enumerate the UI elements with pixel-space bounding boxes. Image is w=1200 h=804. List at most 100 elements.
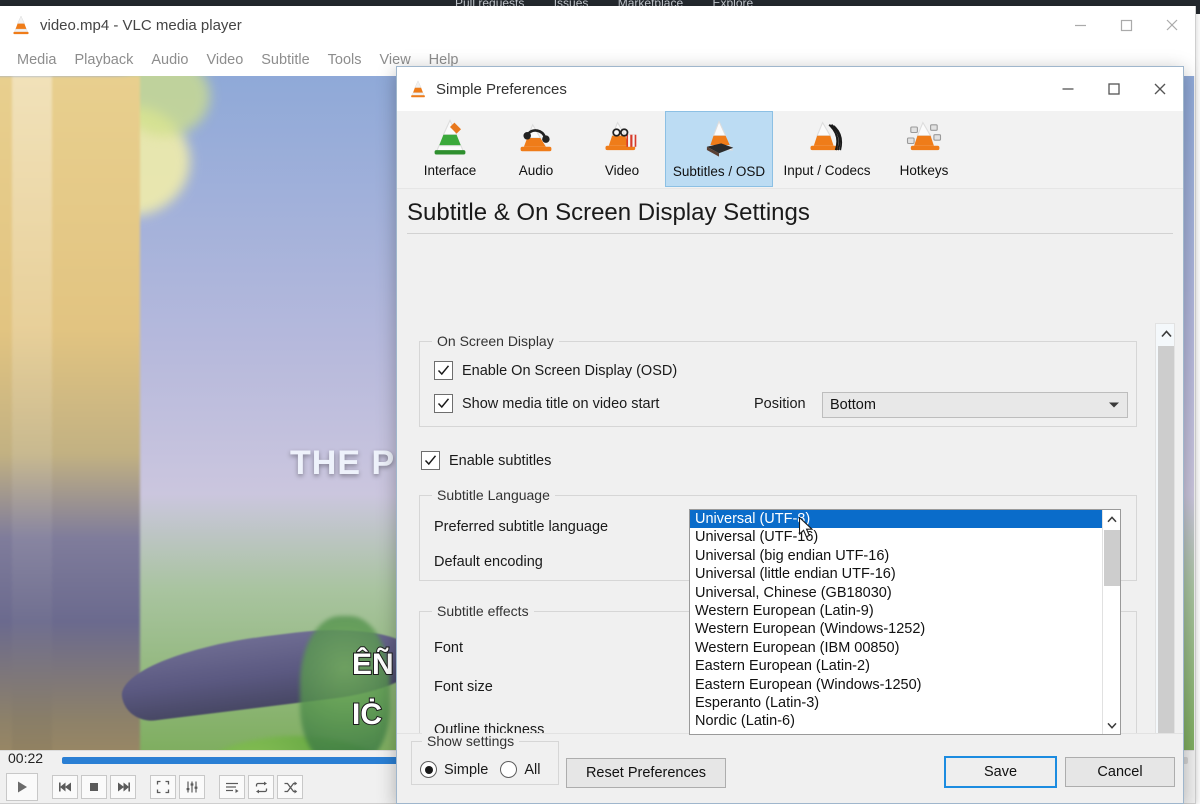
reset-preferences-button[interactable]: Reset Preferences <box>566 758 726 788</box>
enable-osd-label: Enable On Screen Display (OSD) <box>462 362 678 379</box>
tab-input-codecs[interactable]: Input / Codecs <box>773 111 881 187</box>
menu-item-playback[interactable]: Playback <box>66 49 143 71</box>
on-screen-display-group: On Screen Display Enable On Screen Displ… <box>419 333 1137 427</box>
next-button[interactable] <box>110 775 136 799</box>
osd-position-combobox[interactable]: Bottom <box>822 392 1128 418</box>
fullscreen-button[interactable] <box>150 775 176 799</box>
save-button[interactable]: Save <box>944 756 1057 788</box>
tab-video[interactable]: Video <box>579 111 665 187</box>
dropdown-option[interactable]: Universal (UTF-8) <box>690 510 1103 529</box>
enable-osd-checkbox[interactable] <box>434 361 453 380</box>
dropdown-scrollbar-thumb[interactable] <box>1104 530 1120 586</box>
show-media-title-checkbox[interactable] <box>434 394 453 413</box>
menu-item-media[interactable]: Media <box>8 49 66 71</box>
elapsed-time-label: 00:22 <box>8 750 44 766</box>
dropdown-option[interactable]: Esperanto (Latin-3) <box>690 694 1103 712</box>
cancel-label: Cancel <box>1097 764 1143 780</box>
menu-item-audio[interactable]: Audio <box>142 49 197 71</box>
dropdown-option[interactable]: Eastern European (Windows-1250) <box>690 676 1103 694</box>
radio-all-label: All <box>524 761 541 778</box>
vlc-cone-icon <box>13 15 29 35</box>
vlc-window-buttons <box>1057 6 1195 44</box>
previous-button[interactable] <box>52 775 78 799</box>
show-settings-group: Show settings Simple All <box>411 733 559 785</box>
mouse-cursor <box>799 517 814 538</box>
heading-divider <box>407 233 1173 234</box>
dropdown-option-list[interactable]: Universal (UTF-8) Universal (UTF-16) Unive… <box>690 510 1103 734</box>
tab-interface[interactable]: Interface <box>407 111 493 187</box>
show-settings-label: Show settings <box>422 733 520 749</box>
dropdown-option[interactable]: Universal (big endian UTF-16) <box>690 547 1103 565</box>
dropdown-option[interactable]: Universal (little endian UTF-16) <box>690 565 1103 583</box>
dropdown-option[interactable]: Nordic (Latin-6) <box>690 712 1103 730</box>
loop-button[interactable] <box>248 775 274 799</box>
font-label: Font <box>434 640 464 656</box>
equalizer-button[interactable] <box>179 775 205 799</box>
prefs-close-button[interactable] <box>1137 67 1183 111</box>
page-title: Subtitle & On Screen Display Settings <box>407 199 810 226</box>
dropdown-scroll-up-button[interactable] <box>1103 510 1121 528</box>
prefs-titlebar: Simple Preferences <box>397 67 1183 111</box>
dropdown-option[interactable]: Eastern European (Latin-2) <box>690 657 1103 675</box>
prefs-minimize-button[interactable] <box>1045 67 1091 111</box>
play-button[interactable] <box>6 773 38 801</box>
tab-label: Input / Codecs <box>783 163 871 178</box>
vlc-video-cone-icon <box>605 121 637 151</box>
tab-label: Subtitles / OSD <box>672 164 766 179</box>
vlc-window-title: video.mp4 - VLC media player <box>40 16 242 34</box>
video-tree-trunk <box>0 76 140 751</box>
dropdown-option[interactable]: Western European (Latin-9) <box>690 602 1103 620</box>
prefs-vertical-scrollbar[interactable] <box>1155 323 1175 797</box>
font-size-label: Font size <box>434 679 493 695</box>
scrollbar-thumb[interactable] <box>1158 346 1174 754</box>
tab-hotkeys[interactable]: Hotkeys <box>881 111 967 187</box>
vlc-close-button[interactable] <box>1149 6 1195 44</box>
video-foliage <box>300 616 390 751</box>
enable-subtitles-row[interactable]: Enable subtitles <box>421 451 551 470</box>
shuffle-button[interactable] <box>277 775 303 799</box>
save-label: Save <box>983 764 1018 780</box>
dropdown-option[interactable]: Western European (Windows-1252) <box>690 620 1103 638</box>
radio-simple[interactable] <box>420 761 437 778</box>
vlc-audio-cone-icon <box>520 123 552 152</box>
reset-preferences-label: Reset Preferences <box>585 765 707 781</box>
tab-audio[interactable]: Audio <box>493 111 579 187</box>
prefs-bottom-bar: Show settings Simple All Reset Preferenc… <box>397 733 1183 803</box>
radio-simple-label: Simple <box>444 761 489 778</box>
tab-label: Interface <box>423 163 477 178</box>
position-label: Position <box>754 396 806 412</box>
stop-button[interactable] <box>81 775 107 799</box>
tab-label: Video <box>604 163 640 178</box>
playlist-button[interactable] <box>219 775 245 799</box>
scroll-up-button[interactable] <box>1156 324 1176 344</box>
menu-item-video[interactable]: Video <box>197 49 252 71</box>
show-media-title-row[interactable]: Show media title on video start <box>434 394 659 413</box>
enable-subtitles-label: Enable subtitles <box>449 452 552 469</box>
group-title-subtitle-language: Subtitle Language <box>432 487 555 503</box>
vlc-minimize-button[interactable] <box>1057 6 1103 44</box>
vlc-maximize-button[interactable] <box>1103 6 1149 44</box>
dropdown-option[interactable]: Western European (IBM 00850) <box>690 639 1103 657</box>
menu-item-subtitle[interactable]: Subtitle <box>252 49 318 71</box>
vlc-subtitles-cone-icon <box>706 119 734 157</box>
enable-subtitles-checkbox[interactable] <box>421 451 440 470</box>
cancel-button[interactable]: Cancel <box>1065 757 1175 787</box>
default-encoding-dropdown[interactable]: Universal (UTF-8) Universal (UTF-16) Unive… <box>689 509 1121 735</box>
prefs-maximize-button[interactable] <box>1091 67 1137 111</box>
dropdown-option[interactable]: Universal (UTF-16) <box>690 528 1103 546</box>
osd-position-value: Bottom <box>830 397 876 413</box>
dropdown-scrollbar[interactable] <box>1102 510 1120 734</box>
menu-item-tools[interactable]: Tools <box>319 49 371 71</box>
tab-label: Hotkeys <box>899 163 949 178</box>
dropdown-option[interactable]: Universal, Chinese (GB18030) <box>690 584 1103 602</box>
show-settings-radios: Simple All <box>420 761 552 778</box>
radio-all[interactable] <box>500 761 518 778</box>
tab-subtitles-osd[interactable]: Subtitles / OSD <box>665 111 773 187</box>
vlc-playback-buttons <box>6 773 306 801</box>
prefs-window-buttons <box>1045 67 1183 111</box>
enable-osd-row[interactable]: Enable On Screen Display (OSD) <box>434 361 677 380</box>
dropdown-scroll-down-button[interactable] <box>1103 716 1121 734</box>
default-encoding-label: Default encoding <box>434 554 543 570</box>
prefs-window-title: Simple Preferences <box>436 80 567 98</box>
preferred-subtitle-language-label: Preferred subtitle language <box>434 519 609 535</box>
